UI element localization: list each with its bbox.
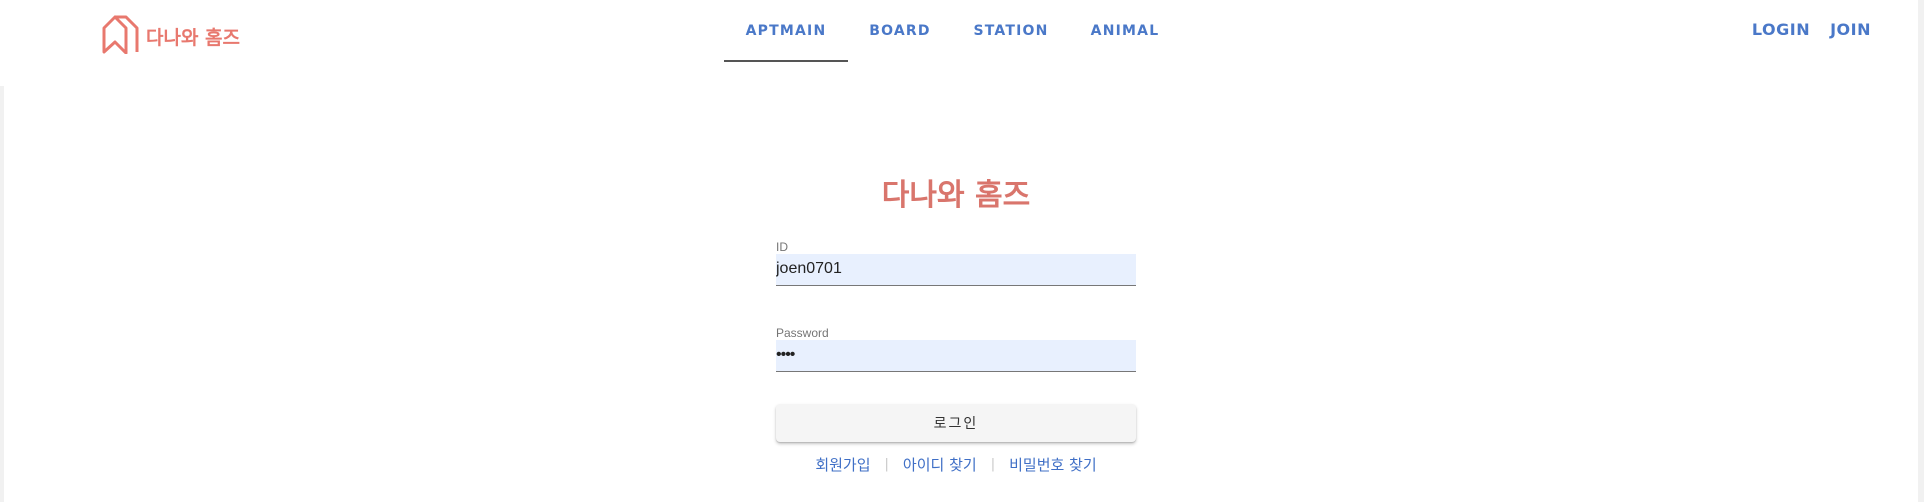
tab-board[interactable]: BOARD xyxy=(848,0,952,62)
login-submit-button[interactable]: 로그인 xyxy=(776,404,1136,442)
auth-links: LOGIN JOIN xyxy=(1752,20,1871,39)
password-input[interactable] xyxy=(776,340,1136,372)
id-label: ID xyxy=(776,240,788,254)
link-separator: | xyxy=(990,457,996,472)
account-help-links: 회원가입 | 아이디 찾기 | 비밀번호 찾기 xyxy=(776,454,1136,475)
top-app-bar: 다나와 홈즈 APTMAIN BOARD STATION ANIMAL LOGI… xyxy=(0,0,1918,86)
tab-station[interactable]: STATION xyxy=(952,0,1070,62)
signup-link[interactable]: 회원가입 xyxy=(815,454,870,475)
brand-name: 다나와 홈즈 xyxy=(146,26,241,49)
password-field: Password xyxy=(776,326,1136,372)
house-outline-icon xyxy=(102,15,139,54)
main-nav-tabs: APTMAIN BOARD STATION ANIMAL xyxy=(724,0,1180,62)
tab-aptmain[interactable]: APTMAIN xyxy=(724,0,848,62)
id-input[interactable] xyxy=(776,254,1136,286)
find-id-link[interactable]: 아이디 찾기 xyxy=(903,454,977,475)
find-password-link[interactable]: 비밀번호 찾기 xyxy=(1009,454,1097,475)
link-separator: | xyxy=(884,457,889,472)
right-scrollbar-track[interactable] xyxy=(1918,0,1924,502)
tab-animal[interactable]: ANIMAL xyxy=(1070,0,1180,62)
id-field: ID xyxy=(776,240,1136,286)
login-link[interactable]: LOGIN xyxy=(1752,20,1810,39)
password-label: Password xyxy=(776,326,829,340)
login-form: 다나와 홈즈 ID Password 로그인 회원가입 | 아이디 찾기 | 비… xyxy=(776,170,1136,475)
login-title: 다나와 홈즈 xyxy=(881,178,1031,213)
join-link[interactable]: JOIN xyxy=(1830,20,1871,39)
brand-logo[interactable]: 다나와 홈즈 xyxy=(101,12,240,54)
